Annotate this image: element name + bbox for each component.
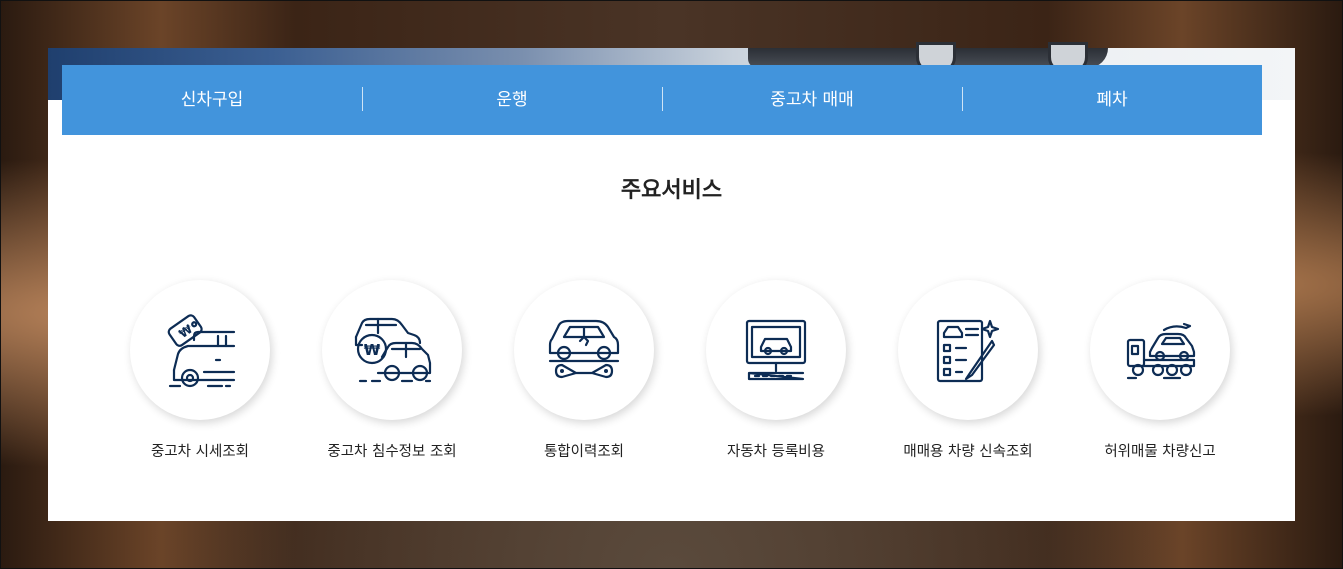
service-label[interactable]: 매매용 차량 신속조회	[878, 440, 1058, 461]
service-label[interactable]: 자동차 등록비용	[686, 440, 866, 461]
service-icon-circle[interactable]	[514, 280, 654, 420]
service-icon-circle[interactable]: ₩	[322, 280, 462, 420]
service-fake-listing-report[interactable]: 허위매물 차량신고	[1070, 280, 1250, 461]
service-flood-info[interactable]: ₩ 중고차 침수정보 조회	[302, 280, 482, 461]
service-history[interactable]: 통합이력조회	[494, 280, 674, 461]
nav-item-driving[interactable]: 운행	[362, 65, 662, 135]
service-label[interactable]: 중고차 시세조회	[110, 440, 290, 461]
main-nav: 신차구입 운행 중고차 매매 폐차	[62, 65, 1262, 135]
car-repair-icon	[548, 319, 620, 379]
service-list: ₩ 중고차 시세조회 ₩ 중고차 침수정보 조회 통합이력조회 자동차 등록비용…	[110, 280, 1230, 480]
service-registration-cost[interactable]: 자동차 등록비용	[686, 280, 866, 461]
car-won-icon: ₩	[354, 317, 432, 383]
service-icon-circle[interactable]: ₩	[130, 280, 270, 420]
nav-item-scrap[interactable]: 폐차	[962, 65, 1262, 135]
service-used-car-price[interactable]: ₩ 중고차 시세조회	[110, 280, 290, 461]
nav-item-used-car-trade[interactable]: 중고차 매매	[662, 65, 962, 135]
won-symbol: ₩	[364, 341, 381, 359]
car-price-tag-icon: ₩	[167, 314, 236, 388]
car-checklist-icon	[936, 319, 1000, 383]
section-title: 주요서비스	[620, 178, 723, 203]
service-icon-circle[interactable]	[1090, 280, 1230, 420]
service-quick-lookup[interactable]: 매매용 차량 신속조회	[878, 280, 1058, 461]
service-icon-circle[interactable]	[706, 280, 846, 420]
tow-truck-icon	[1126, 322, 1196, 380]
service-label[interactable]: 허위매물 차량신고	[1070, 440, 1250, 461]
service-label[interactable]: 중고차 침수정보 조회	[302, 440, 482, 461]
nav-item-new-car[interactable]: 신차구입	[62, 65, 362, 135]
car-monitor-icon	[745, 319, 807, 381]
content-panel: 신차구입 운행 중고차 매매 폐차 주요서비스 ₩ 중고차 시세조회 ₩ 중고차…	[48, 42, 1295, 521]
service-icon-circle[interactable]	[898, 280, 1038, 420]
service-label[interactable]: 통합이력조회	[494, 440, 674, 461]
